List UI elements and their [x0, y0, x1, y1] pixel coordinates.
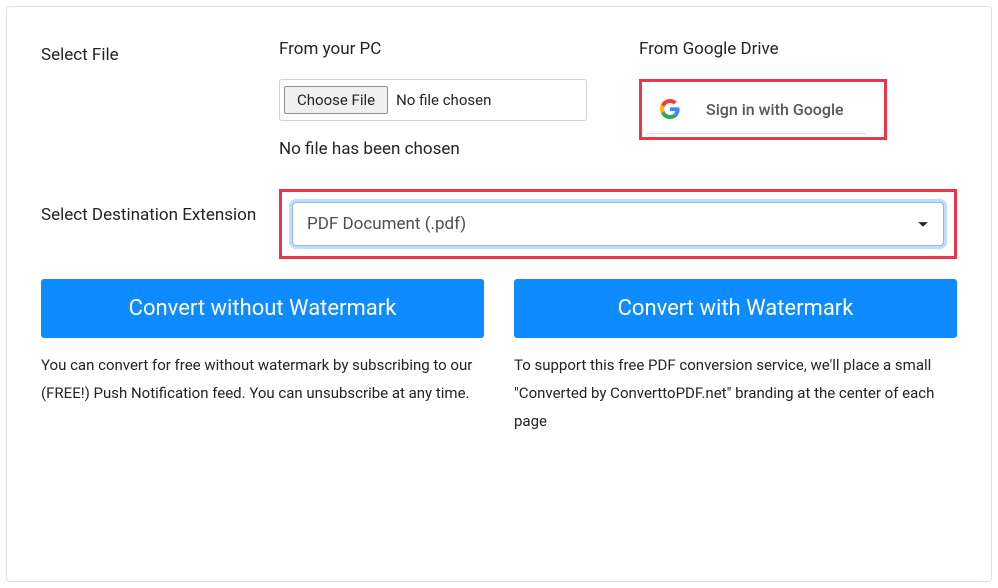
- choose-file-button[interactable]: Choose File: [284, 86, 388, 114]
- from-drive-section: From Google Drive Sign in with Google: [639, 39, 957, 140]
- convert-with-description: To support this free PDF conversion serv…: [514, 352, 957, 435]
- google-icon: [660, 99, 680, 119]
- destination-row: Select Destination Extension PDF Documen…: [41, 189, 957, 259]
- destination-select[interactable]: PDF Document (.pdf): [292, 202, 944, 246]
- from-pc-title: From your PC: [279, 39, 639, 59]
- google-signin-button[interactable]: Sign in with Google: [646, 85, 866, 134]
- file-input[interactable]: Choose File No file chosen: [279, 79, 587, 121]
- file-chosen-status: No file chosen: [396, 91, 491, 109]
- from-drive-title: From Google Drive: [639, 39, 957, 59]
- destination-highlight: PDF Document (.pdf): [279, 189, 957, 259]
- google-signin-highlight: Sign in with Google: [639, 79, 887, 140]
- select-file-label: Select File: [41, 39, 279, 65]
- no-file-message: No file has been chosen: [279, 139, 639, 159]
- google-signin-label: Sign in with Google: [706, 100, 844, 119]
- converter-panel: Select File From your PC Choose File No …: [6, 6, 992, 582]
- destination-label: Select Destination Extension: [41, 189, 279, 225]
- convert-without-description: You can convert for free without waterma…: [41, 352, 484, 408]
- convert-without-col: Convert without Watermark You can conver…: [41, 279, 484, 435]
- select-file-row: Select File From your PC Choose File No …: [41, 39, 957, 159]
- convert-with-col: Convert with Watermark To support this f…: [514, 279, 957, 435]
- from-pc-section: From your PC Choose File No file chosen …: [279, 39, 639, 159]
- convert-with-watermark-button[interactable]: Convert with Watermark: [514, 279, 957, 338]
- convert-without-watermark-button[interactable]: Convert without Watermark: [41, 279, 484, 338]
- convert-row: Convert without Watermark You can conver…: [41, 279, 957, 435]
